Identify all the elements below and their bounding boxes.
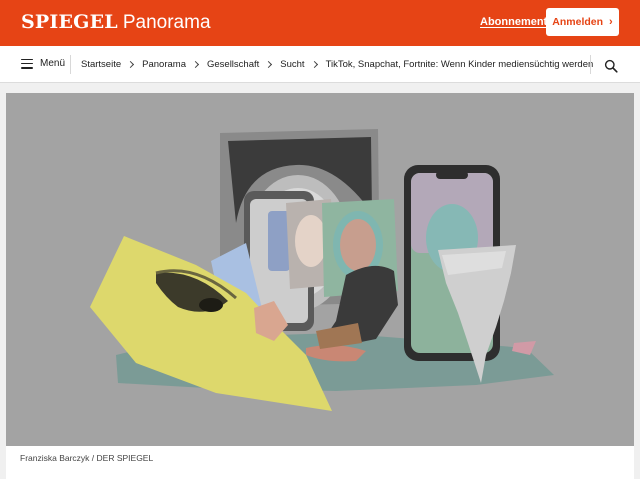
breadcrumb-gesellschaft[interactable]: Gesellschaft — [207, 59, 259, 70]
nav-divider — [70, 55, 71, 74]
breadcrumb-panorama[interactable]: Panorama — [142, 59, 186, 70]
nav-divider — [590, 55, 591, 74]
brand-logo[interactable]: SPIEGEL — [21, 11, 118, 33]
hamburger-icon — [21, 58, 33, 69]
breadcrumb-current: TikTok, Snapchat, Fortnite: Wenn Kinder … — [325, 59, 594, 70]
chevron-right-icon — [310, 60, 318, 69]
search-icon[interactable] — [604, 59, 618, 73]
subscription-link[interactable]: Abonnement — [480, 16, 547, 28]
breadcrumb: Startseite Panorama Gesellschaft Sucht T… — [81, 59, 593, 70]
collage-illustration — [90, 129, 554, 411]
image-credit: Franziska Barczyk / DER SPIEGEL — [20, 453, 154, 463]
chevron-right-icon — [127, 60, 135, 69]
chevron-right-icon — [265, 60, 273, 69]
chevron-right-icon — [191, 60, 200, 69]
nav-bar: Menü Startseite Panorama Gesellschaft Su… — [0, 46, 640, 83]
image-caption-bar: Franziska Barczyk / DER SPIEGEL — [6, 446, 634, 479]
login-button[interactable]: Anmelden › — [546, 8, 619, 36]
breadcrumb-startseite[interactable]: Startseite — [81, 59, 121, 70]
login-button-label: Anmelden — [552, 16, 604, 28]
chevron-right-icon: › — [609, 16, 613, 28]
menu-button[interactable]: Menü — [21, 58, 65, 69]
article-hero-image — [6, 93, 634, 446]
brand[interactable]: SPIEGEL Panorama — [21, 11, 211, 34]
top-header: SPIEGEL Panorama Abonnement Anmelden › — [0, 0, 640, 46]
brand-section[interactable]: Panorama — [123, 12, 211, 34]
breadcrumb-sucht[interactable]: Sucht — [280, 59, 304, 70]
menu-label: Menü — [40, 58, 66, 69]
